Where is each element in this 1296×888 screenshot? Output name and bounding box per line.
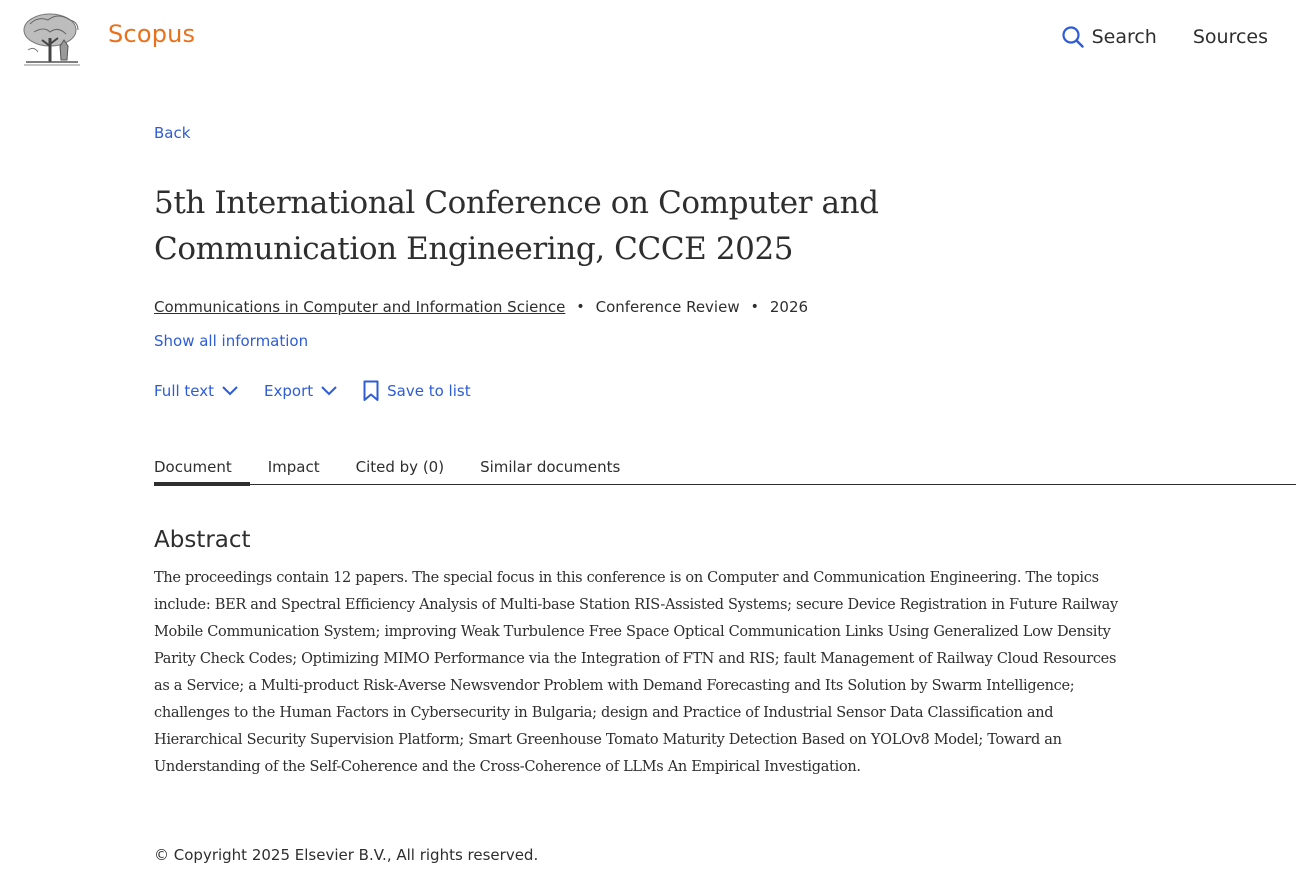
document-tabs: Document Impact Cited by (0) Similar doc…: [154, 458, 1296, 486]
full-text-label: Full text: [154, 382, 215, 400]
save-to-list-label: Save to list: [387, 382, 471, 400]
nav-search[interactable]: Search: [1061, 26, 1157, 48]
top-nav: Search Sources: [1061, 26, 1268, 48]
meta-separator: •: [576, 299, 585, 315]
elsevier-tree-logo[interactable]: [20, 10, 84, 68]
nav-sources-label: Sources: [1192, 26, 1268, 48]
save-to-list-button[interactable]: Save to list: [363, 380, 471, 402]
document-actions: Full text Export Save to list: [154, 380, 1296, 402]
tab-impact[interactable]: Impact: [268, 458, 338, 484]
abstract-heading: Abstract: [154, 527, 251, 553]
publication-year: 2026: [769, 298, 809, 316]
abstract-text: The proceedings contain 12 papers. The s…: [154, 570, 1118, 775]
top-header: Scopus Search Sources: [0, 0, 1296, 80]
chevron-down-icon: [222, 386, 238, 396]
nav-sources[interactable]: Sources: [1193, 26, 1268, 48]
document-meta: Communications in Computer and Informati…: [154, 298, 1296, 316]
back-link[interactable]: Back: [154, 124, 190, 142]
nav-search-label: Search: [1091, 26, 1157, 48]
export-label: Export: [264, 382, 314, 400]
meta-separator: •: [750, 299, 759, 315]
full-text-button[interactable]: Full text: [154, 382, 238, 400]
document-type: Conference Review: [595, 298, 740, 316]
tab-similar-documents[interactable]: Similar documents: [480, 458, 638, 484]
copyright-notice: © Copyright 2025 Elsevier B.V., All righ…: [154, 846, 539, 864]
page-title: 5th International Conference on Computer…: [154, 185, 879, 267]
export-button[interactable]: Export: [264, 382, 337, 400]
show-all-information-link[interactable]: Show all information: [154, 332, 308, 350]
scopus-brand[interactable]: Scopus: [108, 20, 195, 48]
tab-cited-by[interactable]: Cited by (0): [356, 458, 462, 484]
tab-document[interactable]: Document: [154, 458, 250, 486]
document-main: Back 5th International Conference on Com…: [154, 120, 1296, 781]
series-link[interactable]: Communications in Computer and Informati…: [154, 298, 565, 316]
search-icon: [1061, 26, 1084, 48]
bookmark-icon: [363, 380, 379, 402]
chevron-down-icon: [321, 386, 337, 396]
